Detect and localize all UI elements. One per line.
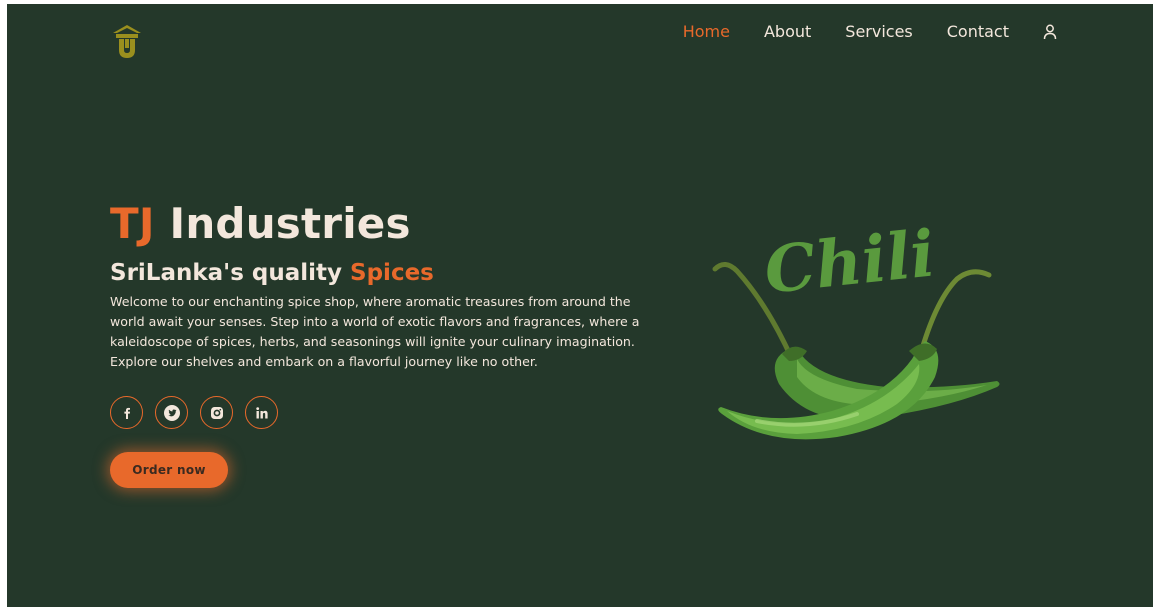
logo-icon[interactable] xyxy=(112,24,142,60)
twitter-icon xyxy=(163,404,180,421)
nav-home[interactable]: Home xyxy=(683,22,730,42)
chili-illustration: Chili xyxy=(712,216,1000,440)
twitter-link[interactable] xyxy=(155,396,188,429)
facebook-link[interactable] xyxy=(110,396,143,429)
nav-services[interactable]: Services xyxy=(845,22,912,42)
hero-page: Home About Services Contact TJ Industrie… xyxy=(7,4,1153,607)
instagram-link[interactable] xyxy=(200,396,233,429)
social-links xyxy=(110,396,278,429)
main-nav: Home About Services Contact xyxy=(649,22,1057,42)
hero-subtitle-main: SriLanka's quality xyxy=(110,260,351,286)
instagram-icon xyxy=(210,406,223,419)
hero-title: TJ Industries xyxy=(110,200,411,248)
order-now-button[interactable]: Order now xyxy=(110,452,228,488)
nav-about[interactable]: About xyxy=(764,22,811,42)
user-icon[interactable] xyxy=(1043,24,1057,40)
hero-description: Welcome to our enchanting spice shop, wh… xyxy=(110,294,640,369)
chili-script-text: Chili xyxy=(761,216,938,308)
hero-title-accent: TJ xyxy=(110,199,155,248)
linkedin-icon xyxy=(255,406,268,418)
hero-subtitle-accent: Spices xyxy=(350,260,434,286)
facebook-icon xyxy=(123,407,130,419)
nav-contact[interactable]: Contact xyxy=(947,22,1009,42)
linkedin-link[interactable] xyxy=(245,396,278,429)
hero-title-rest: Industries xyxy=(154,199,411,248)
hero-subtitle: SriLanka's quality Spices xyxy=(110,258,434,288)
